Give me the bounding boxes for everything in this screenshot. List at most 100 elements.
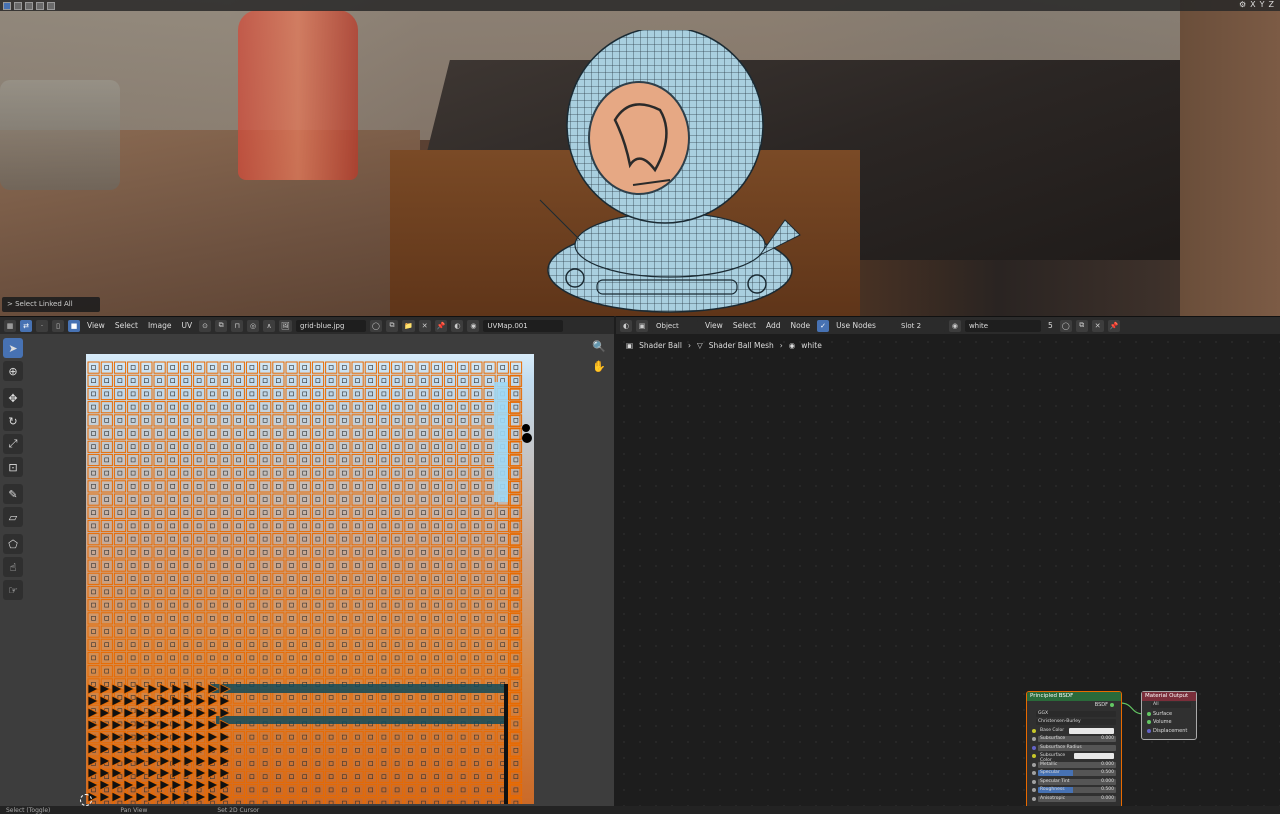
bsdf-input-row[interactable]: Base Color (1027, 727, 1121, 736)
input-value-field[interactable]: Specular 0.500 (1038, 770, 1116, 777)
bsdf-input-row[interactable]: Subsurface 0.000 (1027, 735, 1121, 744)
last-operator-panel[interactable]: > Select Linked All (2, 297, 100, 312)
unlink-material-icon[interactable]: ✕ (1091, 319, 1104, 332)
input-socket[interactable] (1032, 754, 1036, 759)
unlink-image-icon[interactable]: ✕ (418, 319, 431, 332)
bsdf-input-row[interactable]: Subsurface Color (1027, 752, 1121, 763)
pin-icon[interactable]: 📌 (1107, 319, 1121, 332)
displacement-socket[interactable] (1147, 728, 1151, 733)
target-row[interactable]: All (1142, 701, 1196, 710)
input-socket[interactable] (1032, 728, 1036, 733)
input-value-field[interactable]: Specular Tint 0.000 (1038, 778, 1116, 785)
proportional-edit-icon[interactable]: ◎ (247, 319, 260, 332)
uv-map-field[interactable]: UVMap.001 (483, 319, 564, 332)
principled-bsdf-node[interactable]: Principled BSDF BSDF GGX Christensen-Bur… (1026, 691, 1122, 806)
input-socket[interactable] (1032, 745, 1036, 750)
color-swatch[interactable] (1074, 753, 1114, 760)
target-select[interactable]: All (1151, 702, 1191, 709)
edge-select-icon[interactable]: ▯ (52, 319, 64, 332)
object-type-icon[interactable]: ▣ (636, 319, 648, 332)
menu-view[interactable]: View (84, 321, 108, 330)
editor-type-icon[interactable]: ▦ (4, 319, 16, 332)
editor-type-icon[interactable]: ◐ (620, 319, 632, 332)
input-value-field[interactable]: Anisotropic 0.000 (1038, 795, 1116, 802)
fake-user-icon[interactable]: ◯ (369, 319, 382, 332)
pivot-icon[interactable]: ⊙ (199, 319, 212, 332)
cursor-tool-icon[interactable]: ⊕ (3, 361, 23, 381)
select-mode-new-button[interactable] (3, 1, 11, 10)
distribution-row[interactable]: GGX (1027, 710, 1121, 719)
input-socket[interactable] (1032, 762, 1036, 767)
snap-icon[interactable]: ⊓ (231, 319, 244, 332)
color-swatch[interactable] (1069, 727, 1114, 734)
2d-cursor-icon[interactable] (80, 794, 92, 806)
menu-view[interactable]: View (702, 321, 726, 330)
transform-tool-icon[interactable]: ⊡ (3, 457, 23, 477)
input-socket[interactable] (1032, 788, 1036, 793)
menu-node[interactable]: Node (787, 321, 813, 330)
uv-canvas[interactable] (86, 354, 534, 804)
move-tool-icon[interactable]: ✥ (3, 388, 23, 408)
open-image-icon[interactable]: 📁 (401, 319, 415, 332)
zoom-icon[interactable]: 🔍 (592, 340, 606, 353)
3d-viewport[interactable]: ⚙ X Y Z > Select Linked All (0, 0, 1280, 316)
relax-tool-icon[interactable]: ☞ (3, 580, 23, 600)
annotate-tool-icon[interactable]: ✎ (3, 484, 23, 504)
image-name-field[interactable]: grid-blue.jpg (295, 319, 366, 332)
input-socket[interactable] (1032, 737, 1036, 742)
axis-x-toggle[interactable]: X (1250, 0, 1255, 9)
shader-node-editor[interactable]: ▣ Shader Ball › ▽ Shader Ball Mesh › ◉ w… (616, 334, 1280, 806)
slot-select[interactable]: Slot 2 (896, 319, 945, 332)
material-browse-icon[interactable]: ◉ (948, 319, 961, 332)
input-socket[interactable] (1032, 771, 1036, 776)
bsdf-input-row[interactable]: Subsurface Radius (1027, 744, 1121, 753)
menu-image[interactable]: Image (145, 321, 175, 330)
input-value-field[interactable]: Roughness 0.500 (1038, 787, 1116, 794)
bsdf-input-row[interactable]: Metallic 0.000 (1027, 761, 1121, 770)
rotate-tool-icon[interactable]: ↻ (3, 411, 23, 431)
menu-select[interactable]: Select (112, 321, 141, 330)
select-mode-subtract-button[interactable] (25, 1, 33, 10)
vertex-select-icon[interactable]: · (36, 319, 48, 332)
bsdf-input-row[interactable]: Specular Tint 0.000 (1027, 778, 1121, 787)
sticky-select-icon[interactable]: ⧉ (215, 319, 228, 332)
input-socket[interactable] (1032, 796, 1036, 801)
duplicate-image-icon[interactable]: ⧉ (385, 319, 398, 332)
pan-hand-icon[interactable]: ✋ (592, 360, 606, 373)
rip-tool-icon[interactable]: ▱ (3, 507, 23, 527)
input-value-field[interactable]: Base Color (1038, 727, 1116, 734)
input-value-field[interactable]: Subsurface Radius (1038, 744, 1116, 751)
select-tool-icon[interactable]: ➤ (3, 338, 23, 358)
overlay-icon[interactable]: ◐ (451, 319, 464, 332)
subsurface-method-row[interactable]: Christensen-Burley (1027, 718, 1121, 727)
sync-selection-icon[interactable]: ⇄ (20, 319, 32, 332)
select-mode-intersect-button[interactable] (47, 1, 55, 10)
falloff-icon[interactable]: ∧ (263, 319, 276, 332)
gizmo-icon[interactable]: ◉ (467, 319, 480, 332)
select-mode-extend-button[interactable] (14, 1, 22, 10)
bsdf-input-row[interactable]: Anisotropic 0.000 (1027, 795, 1121, 804)
bsdf-output-socket[interactable] (1110, 703, 1114, 708)
bsdf-input-row[interactable]: Specular 0.500 (1027, 769, 1121, 778)
shader-ball-mesh[interactable] (535, 30, 805, 316)
pin-icon[interactable]: 📌 (434, 319, 448, 332)
lasso-tool-icon[interactable]: ⬠ (3, 534, 23, 554)
fake-user-icon[interactable]: ◯ (1059, 319, 1072, 332)
input-value-field[interactable]: Metallic 0.000 (1038, 761, 1116, 768)
menu-uv[interactable]: UV (178, 321, 195, 330)
material-output-node[interactable]: Material Output All Surface Volume Displ… (1141, 691, 1197, 740)
volume-socket[interactable] (1147, 720, 1151, 725)
material-name-field[interactable]: white (964, 319, 1041, 332)
shader-type-select[interactable]: Object (652, 319, 698, 332)
face-select-icon[interactable]: ■ (68, 319, 80, 332)
grab-tool-icon[interactable]: ☝ (3, 557, 23, 577)
axis-z-toggle[interactable]: Z (1269, 0, 1274, 9)
menu-select[interactable]: Select (730, 321, 759, 330)
subsurface-method-select[interactable]: Christensen-Burley (1036, 719, 1116, 726)
input-socket[interactable] (1032, 779, 1036, 784)
scale-tool-icon[interactable]: ⤢ (3, 434, 23, 454)
use-nodes-checkbox[interactable]: ✓ (817, 319, 830, 332)
image-browse-icon[interactable]: 🖼 (279, 319, 292, 332)
uv-editor[interactable]: ➤ ⊕ ✥ ↻ ⤢ ⊡ ✎ ▱ ⬠ ☝ ☞ 🔍 ✋ (0, 334, 614, 806)
transform-options-icon[interactable]: ⚙ (1239, 0, 1246, 9)
